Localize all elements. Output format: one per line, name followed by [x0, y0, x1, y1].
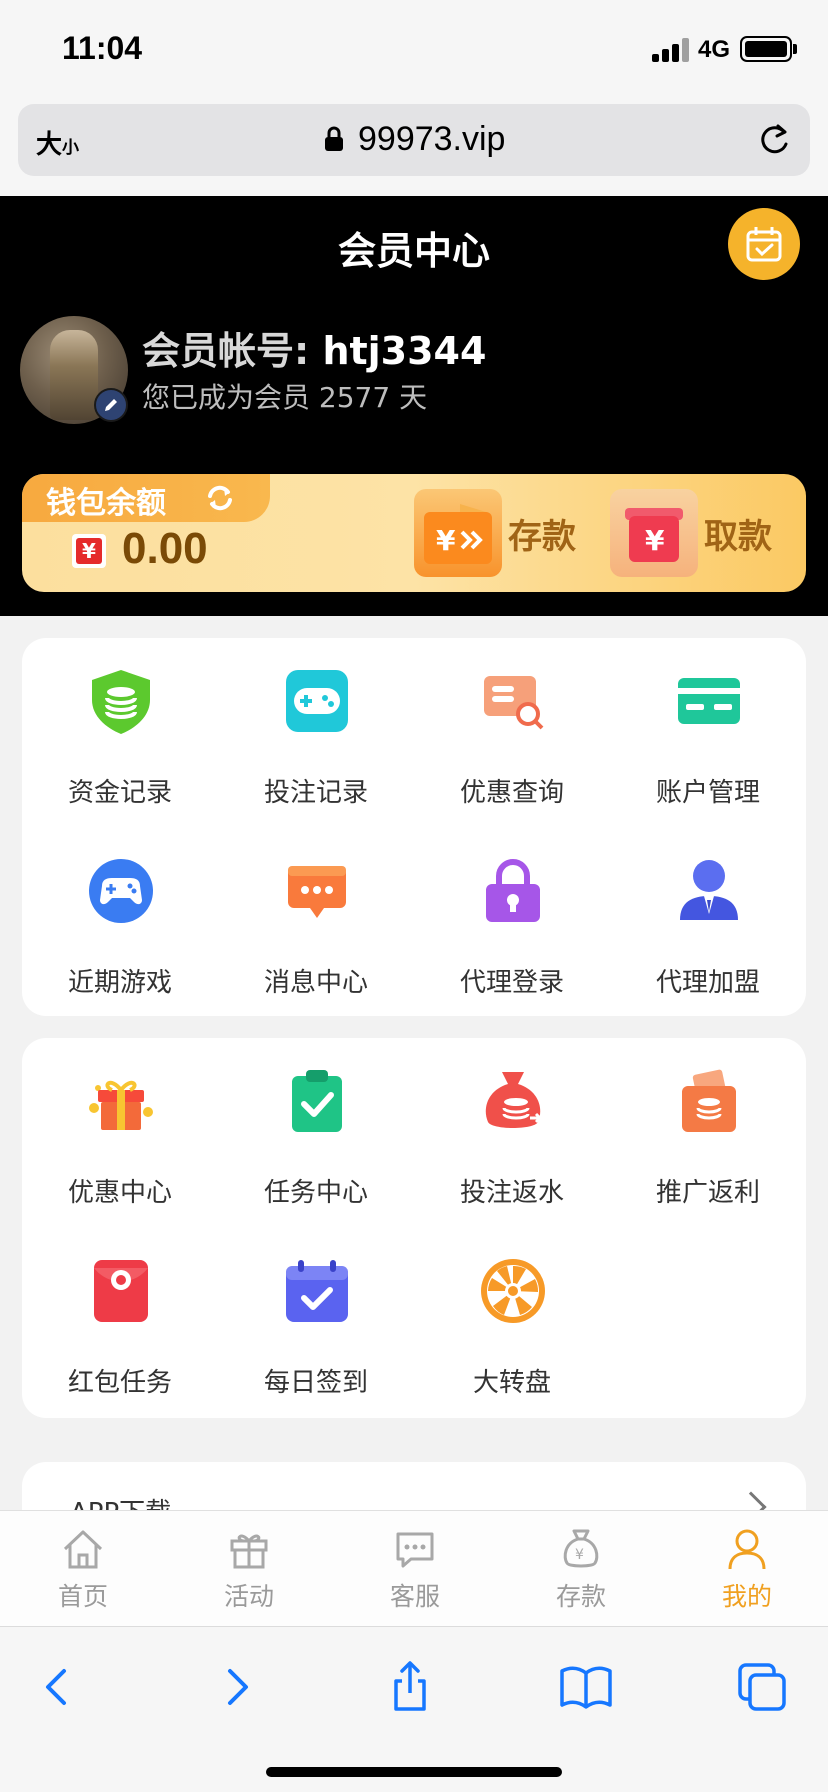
primary-menu-card: 资金记录 投注记录 优惠查询 账户管理 近期游戏 消息中心 代理登录 代理加盟 [22, 638, 806, 1016]
withdraw-label: 取款 [704, 516, 772, 557]
withdraw-icon: ¥ [625, 508, 683, 562]
text-size-button[interactable]: 大小 [36, 124, 79, 161]
status-time: 11:04 [62, 30, 143, 66]
menu-bet-rebate[interactable]: 投注返水 [414, 1038, 610, 1218]
menu-task-center[interactable]: 任务中心 [218, 1038, 414, 1218]
yen-icon: ¥ [72, 534, 106, 568]
deposit-button[interactable]: ¥ 存款 [414, 488, 576, 578]
menu-agent-join[interactable]: 代理加盟 [610, 828, 806, 1008]
tabs-icon[interactable] [732, 1657, 792, 1717]
menu-fund-records[interactable]: 资金记录 [22, 638, 218, 818]
home-indicator [266, 1767, 562, 1777]
agent-icon [680, 860, 738, 920]
deposit-label: 存款 [508, 516, 576, 557]
menu-recent-games[interactable]: 近期游戏 [22, 828, 218, 1008]
calendar-check-button[interactable] [728, 208, 800, 280]
calendar-check-icon [286, 1260, 348, 1322]
svg-text:¥: ¥ [645, 524, 665, 557]
deposit-icon: ¥ [424, 504, 492, 564]
gift-icon [89, 1080, 153, 1130]
lock-icon [486, 859, 540, 922]
wallet-amount: 0.00 [122, 524, 208, 573]
clipboard-check-icon [292, 1070, 342, 1132]
menu-daily-checkin[interactable]: 每日签到 [218, 1228, 414, 1408]
menu-lucky-wheel[interactable]: 大转盘 [414, 1228, 610, 1408]
gamepad-icon [286, 670, 348, 732]
menu-account-manage[interactable]: 账户管理 [610, 638, 806, 818]
battery-icon [740, 36, 792, 62]
edit-avatar-button[interactable] [94, 388, 128, 422]
page-title: 会员中心 [337, 229, 490, 273]
menu-referral-rebate[interactable]: 推广返利 [610, 1038, 806, 1218]
user-icon [728, 1529, 766, 1570]
url-text: 99973.vip [358, 120, 506, 158]
lock-icon [325, 126, 343, 151]
card-icon [678, 678, 740, 724]
menu-promo-query[interactable]: 优惠查询 [414, 638, 610, 818]
wallet-label: 钱包余额 [46, 486, 166, 521]
status-bar: 11:04 4G [0, 0, 828, 100]
coupon-search-icon [484, 676, 544, 730]
back-icon[interactable] [28, 1657, 88, 1717]
browser-toolbar [0, 1626, 828, 1792]
svg-text:¥: ¥ [436, 524, 456, 557]
tab-support[interactable]: 客服 [332, 1511, 498, 1627]
pencil-icon [105, 399, 117, 411]
tab-activity[interactable]: 活动 [166, 1511, 332, 1627]
member-account: 会员帐号: htj3344 [142, 329, 487, 373]
controller-icon [89, 859, 153, 923]
menu-promo-center[interactable]: 优惠中心 [22, 1038, 218, 1218]
bookmarks-icon[interactable] [556, 1657, 616, 1717]
money-bag-icon [485, 1072, 543, 1128]
bag-coins-icon [682, 1069, 736, 1132]
gift-icon [230, 1534, 268, 1569]
shield-coins-icon [92, 670, 150, 734]
address-bar[interactable]: 大小 99973.vip [18, 104, 810, 176]
forward-icon[interactable] [206, 1657, 266, 1717]
reload-icon[interactable] [756, 122, 792, 158]
calendar-check-icon [746, 227, 782, 262]
wheel-icon [481, 1259, 545, 1323]
network-label: 4G [698, 36, 731, 63]
red-envelope-icon [94, 1260, 148, 1322]
tab-home[interactable]: 首页 [0, 1511, 166, 1627]
withdraw-button[interactable]: ¥ 取款 [610, 488, 772, 578]
menu-agent-login[interactable]: 代理登录 [414, 828, 610, 1008]
tab-mine[interactable]: 我的 [664, 1511, 828, 1627]
menu-message-center[interactable]: 消息中心 [218, 828, 414, 1008]
chat-icon [396, 1532, 434, 1568]
menu-red-envelope[interactable]: 红包任务 [22, 1228, 218, 1408]
signal-icon [652, 38, 690, 62]
share-icon[interactable] [380, 1657, 440, 1717]
wallet-card: 钱包余额 ¥ 0.00 ¥ 存款 ¥ 取款 [22, 474, 806, 592]
member-days: 您已成为会员 2577 天 [142, 381, 428, 414]
money-bag-icon: ¥ [563, 1529, 599, 1568]
tab-deposit[interactable]: ¥ 存款 [498, 1511, 664, 1627]
home-icon [63, 1530, 103, 1569]
secondary-menu-card: 优惠中心 任务中心 投注返水 推广返利 红包任务 每日签到 大转盘 [22, 1038, 806, 1418]
member-header: 会员中心 会员帐号: htj3344 您已成为会员 2577 天 钱包余额 ¥ … [0, 196, 828, 616]
refresh-icon[interactable] [204, 482, 236, 514]
message-icon [288, 866, 346, 918]
bottom-tab-bar: 首页 活动 客服 ¥ 存款 我的 [0, 1510, 828, 1626]
menu-bet-records[interactable]: 投注记录 [218, 638, 414, 818]
svg-text:¥: ¥ [575, 1547, 584, 1563]
